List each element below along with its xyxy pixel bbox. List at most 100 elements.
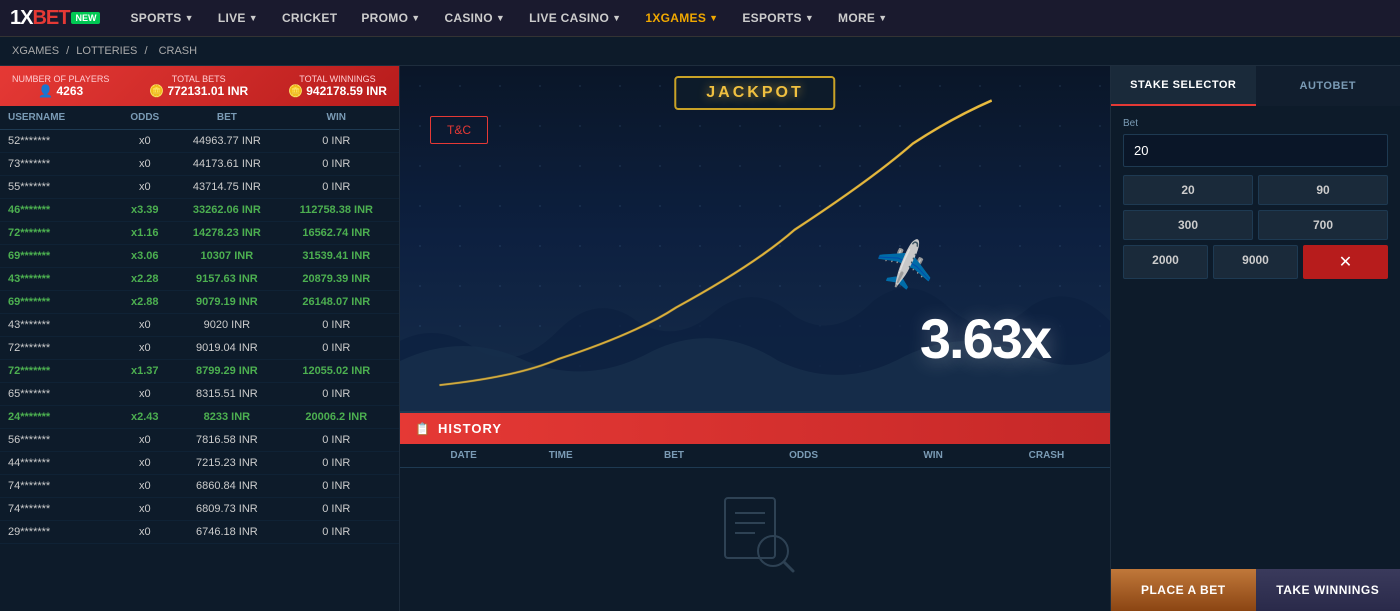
stake-selector-tab[interactable]: STAKE SELECTOR [1111,66,1256,106]
table-row: 24******* x2.43 8233 INR 20006.2 INR [0,406,399,429]
cell-bet: 7215.23 INR [172,457,281,469]
table-row: 55******* x0 43714.75 INR 0 INR [0,176,399,199]
cell-win: 0 INR [282,181,391,193]
history-empty [400,468,1110,611]
cell-bet: 9020 INR [172,319,281,331]
nav-cricket[interactable]: CRICKET [272,0,347,37]
col-win: WIN [282,112,391,123]
cell-username: 72******* [8,227,117,239]
breadcrumb-lotteries[interactable]: LOTTERIES [76,45,137,57]
cell-username: 74******* [8,503,117,515]
quick-bet-700[interactable]: 700 [1258,210,1388,240]
cell-odds: x3.39 [117,204,172,216]
nav-promo[interactable]: PROMO ▼ [351,0,430,37]
action-buttons: PLACE A BET TAKE WINNINGS [1111,569,1400,611]
empty-list-icon [715,493,795,573]
table-row: 52******* x0 44963.77 INR 0 INR [0,130,399,153]
stat-bets: Total bets 🪙 772131.01 INR [149,74,248,98]
cell-odds: x2.88 [117,296,172,308]
cell-bet: 33262.06 INR [172,204,281,216]
nav-1xgames[interactable]: 1XGAMES ▼ [635,0,728,37]
cell-bet: 10307 INR [172,250,281,262]
nav-more[interactable]: MORE ▼ [828,0,897,37]
table-row: 74******* x0 6809.73 INR 0 INR [0,498,399,521]
cell-username: 52******* [8,135,117,147]
stat-players: Number of players 👤 4263 [12,74,109,98]
table-row: 56******* x0 7816.58 INR 0 INR [0,429,399,452]
cell-odds: x2.28 [117,273,172,285]
players-icon: 👤 [38,84,56,98]
cell-username: 44******* [8,457,117,469]
cell-odds: x2.43 [117,411,172,423]
cell-win: 112758.38 INR [282,204,391,216]
place-bet-button[interactable]: PLACE A BET [1111,569,1256,611]
logo[interactable]: 1XBET NEW [10,7,100,30]
nav-live-casino[interactable]: LIVE CASINO ▼ [519,0,631,37]
cell-username: 56******* [8,434,117,446]
jackpot-banner: JACKPOT [674,76,835,110]
cell-username: 74******* [8,480,117,492]
cell-win: 0 INR [282,319,391,331]
take-winnings-button[interactable]: TAKE WINNINGS [1256,569,1400,611]
col-odds: ODDS [117,112,172,123]
quick-bet-2000[interactable]: 2000 [1123,245,1208,279]
cell-username: 65******* [8,388,117,400]
quick-bet-300[interactable]: 300 [1123,210,1253,240]
cell-username: 69******* [8,250,117,262]
table-row: 43******* x0 9020 INR 0 INR [0,314,399,337]
stats-bar: Number of players 👤 4263 Total bets 🪙 77… [0,66,399,106]
nav-live[interactable]: LIVE ▼ [208,0,268,37]
autobet-tab[interactable]: AUTOBET [1256,66,1400,106]
col-username: USERNAME [8,112,117,123]
cell-username: 72******* [8,365,117,377]
breadcrumb: XGAMES / LOTTERIES / CRASH [0,37,1400,66]
nav-items: SPORTS ▼ LIVE ▼ CRICKET PROMO ▼ CASINO ▼… [120,0,1390,37]
cell-bet: 6809.73 INR [172,503,281,515]
history-icon: 📋 [415,422,430,436]
cell-win: 12055.02 INR [282,365,391,377]
breadcrumb-xgames[interactable]: XGAMES [12,45,59,57]
quick-bet-9000[interactable]: 9000 [1213,245,1298,279]
cell-odds: x0 [117,319,172,331]
cell-odds: x0 [117,181,172,193]
table-row: 65******* x0 8315.51 INR 0 INR [0,383,399,406]
logo-new-badge: NEW [71,12,100,24]
quick-bet-20[interactable]: 20 [1123,175,1253,205]
cell-win: 0 INR [282,158,391,170]
cell-bet: 9019.04 INR [172,342,281,354]
table-row: 44******* x0 7215.23 INR 0 INR [0,452,399,475]
cell-odds: x0 [117,526,172,538]
cell-odds: x0 [117,388,172,400]
history-table-header: DATE TIME BET ODDS WIN CRASH [400,444,1110,468]
top-navigation: 1XBET NEW SPORTS ▼ LIVE ▼ CRICKET PROMO … [0,0,1400,37]
table-row: 72******* x1.16 14278.23 INR 16562.74 IN… [0,222,399,245]
bet-input[interactable] [1123,134,1388,167]
cell-bet: 43714.75 INR [172,181,281,193]
nav-casino[interactable]: CASINO ▼ [434,0,515,37]
quick-bets-grid-2: 2000 9000 ✕ [1123,245,1388,279]
table-row: 69******* x3.06 10307 INR 31539.41 INR [0,245,399,268]
cell-win: 16562.74 INR [282,227,391,239]
cell-win: 0 INR [282,135,391,147]
clear-bet-button[interactable]: ✕ [1303,245,1388,279]
cell-odds: x1.37 [117,365,172,377]
table-row: 69******* x2.88 9079.19 INR 26148.07 INR [0,291,399,314]
nav-sports[interactable]: SPORTS ▼ [120,0,203,37]
cell-username: 43******* [8,319,117,331]
bets-icon: 🪙 [149,84,167,98]
logo-text: 1XBET [10,7,69,30]
main-content: Number of players 👤 4263 Total bets 🪙 77… [0,66,1400,611]
cell-win: 0 INR [282,434,391,446]
cell-odds: x0 [117,342,172,354]
cell-odds: x3.06 [117,250,172,262]
multiplier-display: 3.63x [920,306,1050,371]
table-row: 72******* x0 9019.04 INR 0 INR [0,337,399,360]
table-row: 74******* x0 6860.84 INR 0 INR [0,475,399,498]
cell-bet: 9079.19 INR [172,296,281,308]
quick-bet-90[interactable]: 90 [1258,175,1388,205]
tc-button[interactable]: T&C [430,116,488,144]
nav-esports[interactable]: ESPORTS ▼ [732,0,824,37]
cell-username: 24******* [8,411,117,423]
cell-bet: 8799.29 INR [172,365,281,377]
table-body: 52******* x0 44963.77 INR 0 INR 73******… [0,130,399,611]
